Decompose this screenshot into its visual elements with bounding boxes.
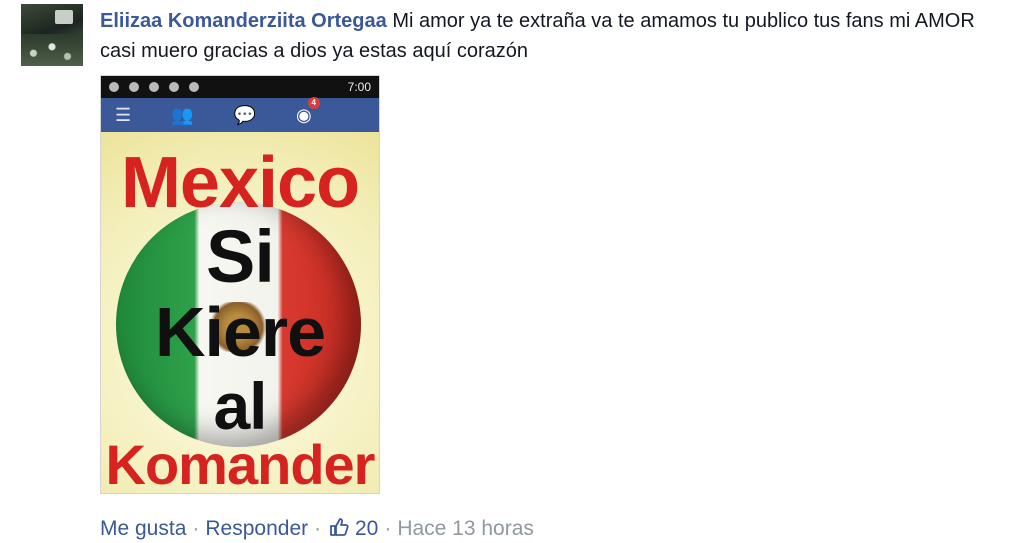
like-link[interactable]: Me gusta	[100, 517, 186, 540]
facebook-app-navbar: ☰ 👥 💬 ◉ 4	[101, 96, 379, 132]
globe-icon: ◉ 4	[296, 96, 320, 126]
comment-actions: Me gusta · Responder · 20 · Hace 13 horas	[100, 515, 534, 543]
like-count-value: 20	[354, 517, 379, 540]
poster-line-1: Mexico	[120, 143, 360, 223]
check-icon	[129, 82, 139, 92]
phone-clock: 7:00	[347, 80, 371, 94]
commenter-avatar[interactable]	[21, 4, 83, 66]
separator-dot: ·	[192, 517, 200, 540]
comment-timestamp[interactable]: Hace 13 horas	[397, 517, 534, 540]
separator-dot: ·	[314, 517, 322, 540]
like-count[interactable]: 20	[327, 517, 378, 540]
whatsapp-icon	[109, 82, 119, 92]
avatar-stage-light	[55, 10, 73, 24]
messages-icon: 💬	[233, 104, 256, 125]
hamburger-menu-icon: ☰	[115, 104, 132, 125]
thumbs-up-icon	[330, 518, 349, 536]
friends-icon: 👥	[171, 104, 194, 125]
warning-icon	[189, 82, 199, 92]
poster-line-3: Kiere	[154, 293, 326, 371]
headset-icon	[169, 82, 179, 92]
notification-badge: 4	[307, 96, 320, 109]
avatar-crowd	[21, 34, 83, 66]
comment-photo[interactable]: 7:00 ☰ 👥 💬 ◉ 4 Mexico Si Kiere al Komand…	[100, 75, 380, 494]
comment-author-link[interactable]: Eliizaa Komanderziita Ortegaa	[100, 10, 387, 32]
phone-status-bar: 7:00	[101, 76, 379, 98]
poster-line-5: Komander	[105, 433, 376, 494]
poster-image: Mexico Si Kiere al Komander	[101, 132, 379, 494]
chat-icon	[149, 82, 159, 92]
poster-line-2: Si	[206, 215, 275, 298]
separator-dot: ·	[384, 517, 392, 540]
reply-link[interactable]: Responder	[205, 517, 308, 540]
comment-body: Eliizaa Komanderziita Ortegaa Mi amor ya…	[100, 6, 980, 66]
